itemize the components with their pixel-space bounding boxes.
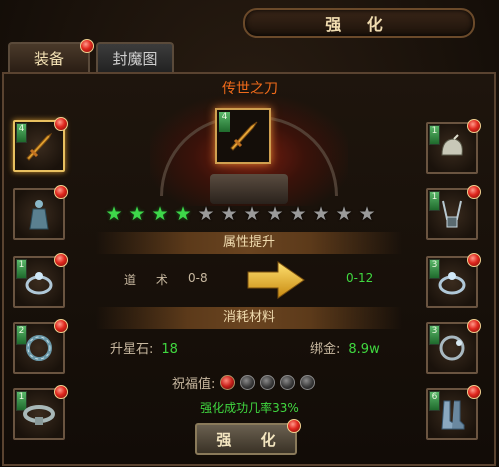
blessing-gem-empty-icon [260, 375, 276, 390]
attribute-next-value: 0-12 [346, 271, 374, 285]
enhance-panel: 强 化 装备 封魔图 传世之刀 4 1 2 1 1 1 3 3 6 4 ★ ★ … [0, 0, 499, 467]
alert-dot-icon [467, 253, 481, 267]
materials-header: 消耗材料 [96, 307, 402, 329]
star-filled-icon: ★ [174, 203, 192, 225]
tab-equipment[interactable]: 装备 [8, 39, 94, 72]
stone-value: 18 [161, 342, 178, 357]
altar-pedestal [210, 174, 288, 204]
enhance-button-label: 强 化 [216, 430, 288, 449]
alert-dot-icon [54, 319, 68, 333]
attribute-row: 道 术 0-8 0-12 [96, 258, 402, 302]
star-empty-icon: ★ [358, 203, 376, 225]
equip-slot-bracelet-left[interactable]: 2 [13, 319, 68, 374]
material-gold: 绑金: 8.9w [310, 338, 380, 357]
blessing-gem-empty-icon [280, 375, 296, 390]
equip-slot-ring-right[interactable]: 3 [426, 253, 481, 308]
star-empty-icon: ★ [312, 203, 330, 225]
arrow-right-icon [247, 261, 305, 299]
attribute-name: 道 术 [124, 273, 176, 287]
success-rate: 强化成功几率33% [200, 401, 299, 415]
alert-dot-icon [467, 385, 481, 399]
alert-dot-icon [54, 117, 68, 131]
star-filled-icon: ★ [151, 203, 169, 225]
attribute-current-value: 0-8 [188, 271, 208, 285]
alert-dot-icon [80, 39, 94, 53]
title-bar: 强 化 [243, 8, 475, 38]
equip-slot-bracelet-right[interactable]: 3 [426, 319, 481, 374]
gold-label: 绑金: [310, 342, 341, 357]
alert-dot-icon [54, 185, 68, 199]
alert-dot-icon [467, 119, 481, 133]
attribute-header: 属性提升 [96, 232, 402, 254]
star-empty-icon: ★ [243, 203, 261, 225]
alert-dot-icon [467, 185, 481, 199]
equip-slot-ring-left[interactable]: 1 [13, 253, 68, 308]
star-empty-icon: ★ [220, 203, 238, 225]
blessing-gem-empty-icon [300, 375, 316, 390]
alert-dot-icon [54, 253, 68, 267]
tab-seal-map[interactable]: 封魔图 [96, 42, 174, 72]
equip-slot-necklace[interactable]: 1 [426, 185, 481, 240]
panel-title: 强 化 [325, 15, 393, 34]
star-empty-icon: ★ [335, 203, 353, 225]
alert-dot-icon [467, 319, 481, 333]
gold-value: 8.9w [348, 342, 380, 357]
alert-dot-icon [54, 385, 68, 399]
equip-slot-armor[interactable] [13, 185, 68, 240]
star-filled-icon: ★ [128, 203, 146, 225]
selected-item-slot[interactable]: 4 [215, 108, 271, 164]
stone-label: 升星石: [110, 342, 154, 357]
star-filled-icon: ★ [105, 203, 123, 225]
star-empty-icon: ★ [266, 203, 284, 225]
blessing-gem-empty-icon [240, 375, 256, 390]
item-name: 传世之刀 [222, 81, 278, 97]
blessing-row: 祝福值: [172, 373, 316, 392]
blessing-label: 祝福值: [172, 377, 216, 392]
star-rating: ★ ★ ★ ★ ★ ★ ★ ★ ★ ★ ★ ★ [104, 204, 377, 224]
star-empty-icon: ★ [197, 203, 215, 225]
tab-equipment-label: 装备 [33, 49, 64, 68]
tab-seal-map-label: 封魔图 [112, 49, 158, 68]
blessing-gem-filled-icon [220, 375, 236, 390]
material-stone: 升星石: 18 [110, 338, 178, 357]
equip-slot-helmet[interactable]: 1 [426, 119, 481, 174]
blade-icon [217, 110, 269, 162]
star-empty-icon: ★ [289, 203, 307, 225]
enhance-button[interactable]: 强 化 [195, 419, 301, 455]
equip-slot-weapon[interactable]: 4 [13, 117, 68, 172]
alert-dot-icon [287, 419, 301, 433]
